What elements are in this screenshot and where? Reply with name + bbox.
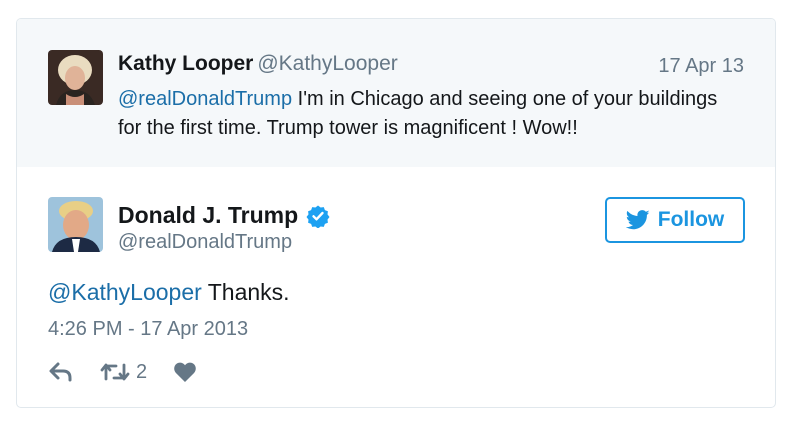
parent-author-handle[interactable]: @KathyLooper (257, 52, 397, 75)
retweet-count: 2 (136, 360, 148, 383)
tweet-actions: 2 (48, 359, 197, 385)
main-author-name[interactable]: Donald J. Trump (118, 202, 298, 229)
tweet-timestamp[interactable]: 4:26 PM - 17 Apr 2013 (48, 318, 248, 341)
parent-author-line: Kathy Looper @KathyLooper (118, 52, 398, 76)
twitter-bird-icon (625, 210, 650, 230)
retweet-icon (100, 363, 130, 381)
heart-icon (174, 362, 196, 382)
main-author-handle[interactable]: @realDonaldTrump (118, 231, 292, 254)
main-tweet-body: Thanks. (201, 279, 290, 305)
avatar-image-icon (48, 197, 103, 252)
embedded-tweet-card: Kathy Looper @KathyLooper 17 Apr 13 @real… (16, 18, 776, 408)
parent-author-name[interactable]: Kathy Looper (118, 52, 253, 75)
parent-tweet-text: @realDonaldTrump I'm in Chicago and seei… (118, 85, 718, 143)
main-author-line: Donald J. Trump (118, 202, 330, 229)
follow-button-label: Follow (657, 208, 725, 231)
verified-badge-icon (306, 205, 330, 228)
parent-author-avatar[interactable] (48, 50, 103, 105)
parent-tweet-date[interactable]: 17 Apr 13 (658, 55, 744, 78)
avatar-image-icon (48, 50, 103, 105)
retweet-button[interactable]: 2 (100, 361, 147, 384)
reply-button[interactable] (48, 361, 74, 383)
parent-tweet[interactable]: Kathy Looper @KathyLooper 17 Apr 13 @real… (17, 19, 775, 167)
parent-mention-link[interactable]: @realDonaldTrump (118, 88, 292, 110)
main-author-avatar[interactable] (48, 197, 103, 252)
main-tweet-text: @KathyLooper Thanks. (48, 279, 290, 306)
like-button[interactable] (173, 361, 197, 383)
follow-button[interactable]: Follow (605, 197, 745, 243)
main-mention-link[interactable]: @KathyLooper (48, 279, 202, 305)
reply-icon (49, 362, 72, 382)
